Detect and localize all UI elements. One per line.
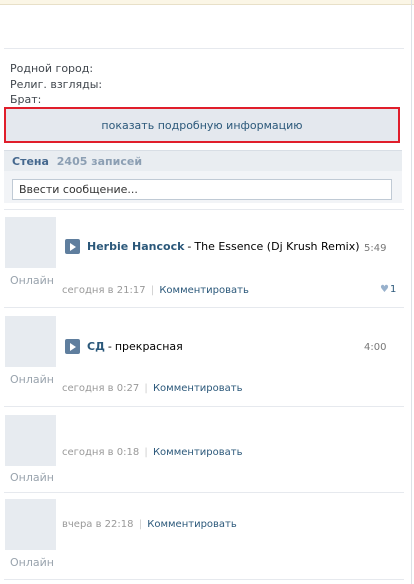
audio-track: Herbie Hancock - The Essence (Dj Krush R… [65, 238, 360, 254]
divider [4, 492, 404, 493]
divider [4, 406, 404, 407]
online-status: Онлайн [10, 373, 54, 386]
avatar[interactable] [5, 316, 56, 367]
comment-link[interactable]: Комментировать [153, 383, 243, 394]
comment-link[interactable]: Комментировать [147, 519, 237, 530]
meta-separator: | [138, 519, 143, 530]
like-button[interactable]: ♥1 [380, 284, 396, 295]
audio-artist[interactable]: СД [87, 340, 105, 353]
show-more-info-button[interactable]: показать подробную информацию [4, 107, 400, 143]
online-status: Онлайн [10, 556, 54, 569]
wall-post: Онлайн вчера в 22:18 | Комментировать [4, 499, 404, 579]
brother-label: Брат: [10, 93, 42, 106]
play-icon[interactable] [65, 338, 80, 354]
divider [4, 307, 404, 308]
post-time[interactable]: сегодня в 0:18 [62, 447, 139, 458]
post-meta: сегодня в 0:27 | Комментировать [62, 383, 242, 394]
post-meta: сегодня в 0:18 | Комментировать [62, 447, 242, 458]
like-count: 1 [389, 284, 397, 295]
avatar[interactable] [5, 499, 56, 550]
comment-link[interactable]: Комментировать [153, 447, 243, 458]
audio-dash: - [107, 339, 112, 353]
play-icon[interactable] [65, 238, 80, 254]
divider [4, 48, 404, 49]
audio-duration: 5:49 [364, 243, 387, 254]
audio-title: The Essence (Dj Krush Remix) [194, 239, 360, 253]
meta-separator: | [150, 285, 155, 296]
wall-header: Стена 2405 записей [4, 150, 402, 171]
avatar[interactable] [5, 217, 56, 268]
wall-post: Онлайн сегодня в 0:18 | Комментировать [4, 415, 404, 490]
religion-label: Религ. взгляды: [10, 77, 103, 91]
meta-separator: | [144, 383, 148, 394]
wall-post: Онлайн СД - прекрасная 4:00 сегодня в 0:… [4, 316, 404, 406]
divider [4, 579, 404, 580]
heart-icon: ♥ [380, 284, 389, 295]
divider [4, 209, 404, 210]
audio-dash: - [187, 239, 192, 253]
audio-track: СД - прекрасная [65, 338, 183, 354]
profile-info: Родной город: Религ. взгляды: Брат: [10, 61, 102, 108]
hometown-label: Родной город: [10, 62, 94, 75]
post-meta: сегодня в 21:17 | Комментировать [62, 285, 249, 296]
audio-artist[interactable]: Herbie Hancock [87, 240, 184, 253]
wall-post-count[interactable]: 2405 записей [57, 155, 142, 168]
post-time[interactable]: сегодня в 0:27 [62, 383, 139, 394]
comment-link[interactable]: Комментировать [159, 285, 249, 296]
post-time[interactable]: сегодня в 21:17 [62, 285, 146, 296]
post-input[interactable] [12, 179, 392, 200]
top-strip [0, 0, 414, 5]
online-status: Онлайн [10, 471, 54, 484]
wall-title[interactable]: Стена [12, 155, 49, 168]
avatar[interactable] [5, 415, 56, 466]
post-time[interactable]: вчера в 22:18 [62, 519, 134, 530]
meta-separator: | [144, 447, 148, 458]
online-status: Онлайн [10, 274, 54, 287]
post-meta: вчера в 22:18 | Комментировать [62, 519, 237, 530]
wall-post: Онлайн Herbie Hancock - The Essence (Dj … [4, 217, 404, 307]
audio-title: прекрасная [114, 339, 183, 353]
right-border [411, 0, 412, 584]
audio-duration: 4:00 [364, 342, 387, 353]
